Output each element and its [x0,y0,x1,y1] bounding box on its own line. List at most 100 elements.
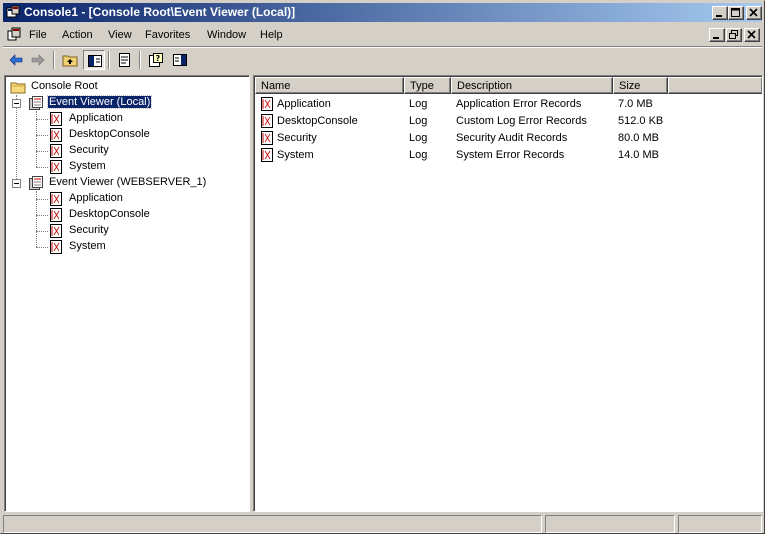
event-log-icon [259,113,275,129]
list-row[interactable]: Application Log Application Error Record… [255,96,762,113]
menu-favorites[interactable]: Favorites [145,29,190,41]
menu-window[interactable]: Window [207,29,246,41]
cell-type: Log [409,132,428,144]
cell-description: Security Audit Records [456,132,568,144]
collapse-toggle[interactable] [12,99,21,108]
event-viewer-icon [28,95,44,111]
event-log-icon [48,159,64,175]
tree-item-log[interactable]: Application [48,191,238,207]
tree-item-console-root[interactable]: Console Root [10,79,240,95]
cell-type: Log [409,98,428,110]
tree-item-label: Application [69,112,123,124]
toolbar-separator [108,51,110,69]
forward-button[interactable] [27,50,49,70]
tree-item-log[interactable]: DesktopConsole [48,127,238,143]
show-hide-tree-button[interactable] [83,50,105,70]
close-button[interactable] [746,6,762,20]
event-log-icon [259,147,275,163]
tree-item-label: System [69,160,106,172]
export-list-button[interactable] [114,50,136,70]
tree-item-label: DesktopConsole [69,128,150,140]
tree-item-label: Security [69,224,109,236]
event-viewer-icon [28,175,44,191]
tree-connector [36,151,48,152]
column-header-type[interactable]: Type [404,77,451,94]
column-header-size[interactable]: Size [613,77,668,94]
tree-item-event-viewer-remote[interactable]: Event Viewer (WEBSERVER_1) [28,175,248,191]
mmc-console-icon[interactable] [6,5,21,20]
tree-item-log[interactable]: Security [48,223,238,239]
tree-item-label: System [69,240,106,252]
title-bar[interactable]: Console1 - [Console Root\Event Viewer (L… [3,3,762,22]
results-list: Name Type Description Size Application L… [254,76,762,511]
event-log-icon [48,207,64,223]
cell-size: 80.0 MB [618,132,659,144]
tree-item-label: Event Viewer (Local) [46,95,153,109]
minimize-button[interactable] [712,6,728,20]
tree-connector [36,231,48,232]
tree-connector [36,199,48,200]
child-close-button[interactable] [744,28,760,42]
maximize-button[interactable] [728,6,744,20]
list-header: Name Type Description Size [255,77,762,94]
document-icon[interactable] [6,27,22,43]
up-one-level-button[interactable] [59,50,81,70]
console-tree-pane[interactable]: Console Root Event Viewer (Local) Applic… [4,75,250,512]
tree-item-log[interactable]: Security [48,143,238,159]
tree-item-label: Application [69,192,123,204]
menu-view[interactable]: View [108,29,132,41]
cell-description: Application Error Records [456,98,582,110]
cell-name: Security [277,132,317,144]
help-button[interactable]: ? [145,50,167,70]
cell-name: System [277,149,314,161]
event-log-icon [48,111,64,127]
event-log-icon [48,223,64,239]
list-row[interactable]: DesktopConsole Log Custom Log Error Reco… [255,113,762,130]
cell-description: System Error Records [456,149,565,161]
list-row[interactable]: Security Log Security Audit Records 80.0… [255,130,762,147]
column-header-name[interactable]: Name [255,77,404,94]
svg-text:?: ? [156,54,161,63]
cell-size: 512.0 KB [618,115,664,127]
toolbar-separator [139,51,141,69]
menu-action[interactable]: Action [62,29,93,41]
tree-connector [16,95,17,183]
cell-size: 14.0 MB [618,149,659,161]
status-bar [3,515,762,533]
status-panel-tertiary [678,515,762,533]
list-row[interactable]: System Log System Error Records 14.0 MB [255,147,762,164]
toolbar-separator [53,51,55,69]
column-header-filler [668,77,762,94]
tree-connector [36,167,48,168]
status-panel-secondary [545,515,675,533]
cell-type: Log [409,115,428,127]
results-list-pane[interactable]: Name Type Description Size Application L… [253,75,763,512]
tree-item-log[interactable]: Application [48,111,238,127]
tree-item-label: Console Root [31,80,98,92]
cell-size: 7.0 MB [618,98,653,110]
console-tree: Console Root Event Viewer (Local) Applic… [5,76,249,511]
folder-icon [10,79,26,95]
menu-help[interactable]: Help [260,29,283,41]
tree-item-log[interactable]: System [48,239,238,255]
menu-bar: File Action View Favorites Window Help [3,24,762,46]
child-restore-button[interactable] [726,28,742,42]
back-button[interactable] [5,50,27,70]
status-panel-main [3,515,542,533]
event-log-icon [259,96,275,112]
collapse-toggle[interactable] [12,179,21,188]
cell-name: Application [277,98,331,110]
tree-item-log[interactable]: DesktopConsole [48,207,238,223]
tree-connector [36,215,48,216]
tree-item-log[interactable]: System [48,159,238,175]
mmc-window: Console1 - [Console Root\Event Viewer (L… [0,0,765,534]
tree-item-event-viewer-local[interactable]: Event Viewer (Local) [28,95,238,111]
child-minimize-button[interactable] [709,28,725,42]
event-log-icon [48,239,64,255]
tree-connector [36,135,48,136]
show-hide-action-pane-button[interactable] [169,50,191,70]
cell-description: Custom Log Error Records [456,115,587,127]
column-header-description[interactable]: Description [451,77,613,94]
cell-type: Log [409,149,428,161]
menu-file[interactable]: File [29,29,47,41]
